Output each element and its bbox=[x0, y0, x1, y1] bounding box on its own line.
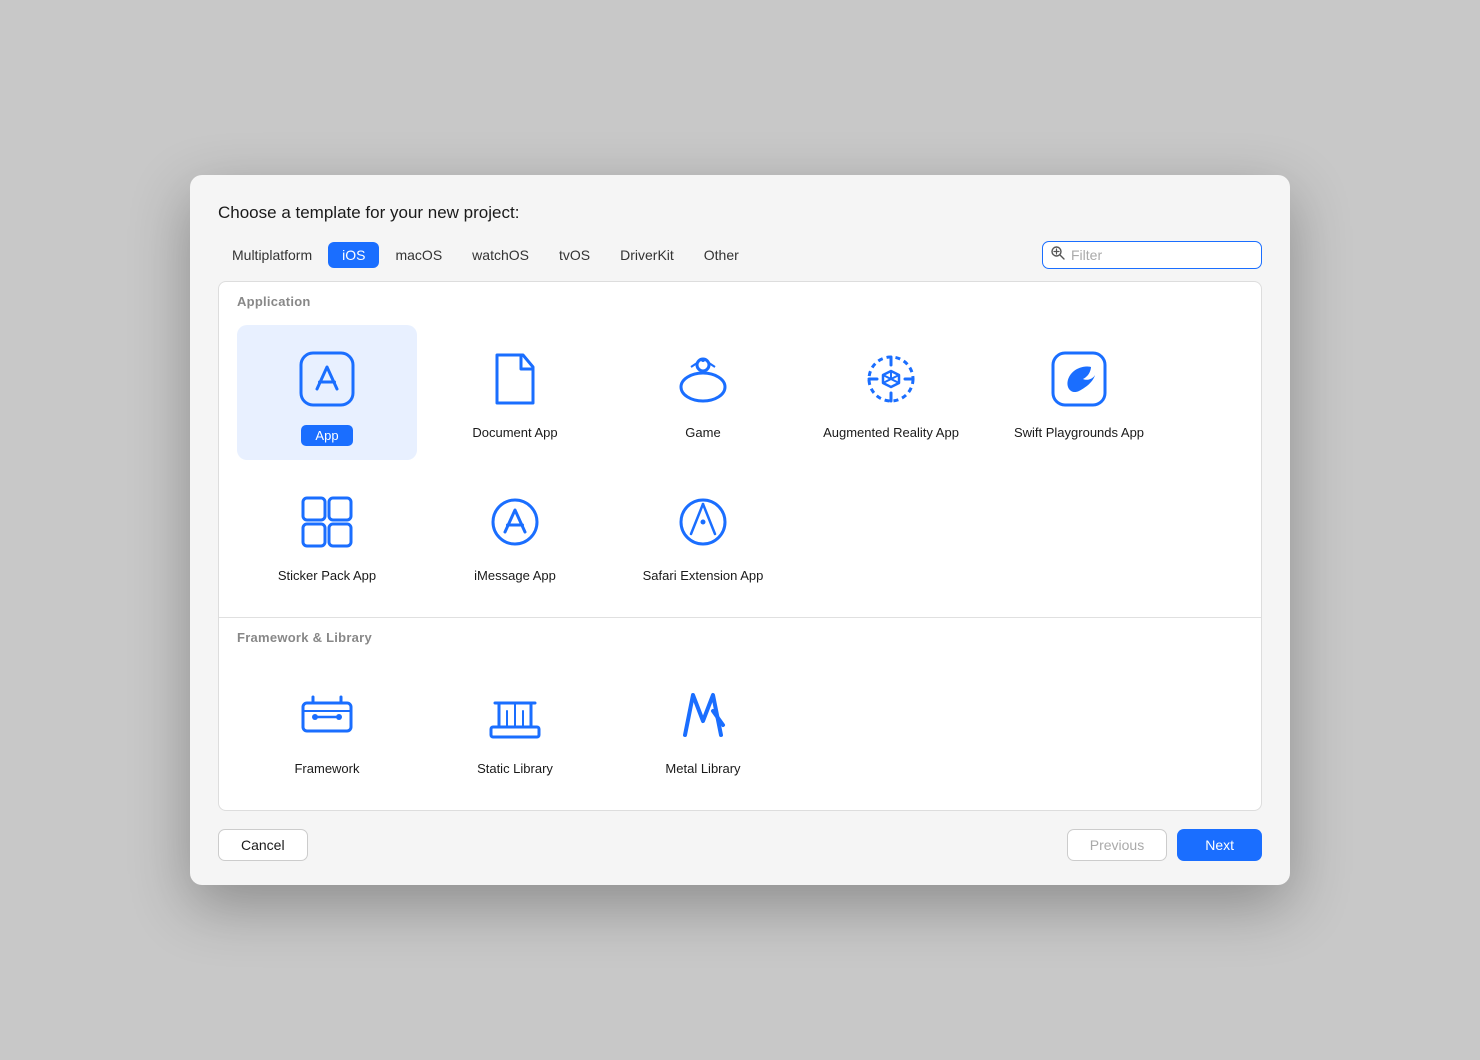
footer: Cancel Previous Next bbox=[218, 829, 1262, 861]
ar-app-label: Augmented Reality App bbox=[823, 425, 959, 442]
imessage-app-label: iMessage App bbox=[474, 568, 556, 585]
template-safari-extension[interactable]: Safari Extension App bbox=[613, 468, 793, 599]
application-template-grid: App Document App bbox=[219, 317, 1261, 617]
tab-macos[interactable]: macOS bbox=[381, 242, 456, 268]
framework-library-section: Framework & Library bbox=[219, 618, 1261, 810]
next-button[interactable]: Next bbox=[1177, 829, 1262, 861]
content-area: Application App bbox=[218, 281, 1262, 811]
game-icon bbox=[667, 343, 739, 415]
framework-label: Framework bbox=[294, 761, 359, 778]
template-document-app[interactable]: Document App bbox=[425, 325, 605, 460]
app-label: App bbox=[301, 425, 352, 446]
tab-other[interactable]: Other bbox=[690, 242, 753, 268]
filter-input[interactable] bbox=[1042, 241, 1262, 269]
document-app-label: Document App bbox=[472, 425, 557, 442]
footer-right: Previous Next bbox=[1067, 829, 1262, 861]
filter-input-wrapper bbox=[1042, 241, 1262, 269]
template-swift-playgrounds[interactable]: Swift Playgrounds App bbox=[989, 325, 1169, 460]
previous-button[interactable]: Previous bbox=[1067, 829, 1167, 861]
framework-icon bbox=[291, 679, 363, 751]
imessage-app-icon bbox=[479, 486, 551, 558]
tab-driverkit[interactable]: DriverKit bbox=[606, 242, 688, 268]
safari-extension-icon bbox=[667, 486, 739, 558]
tab-ios[interactable]: iOS bbox=[328, 242, 379, 268]
sticker-pack-label: Sticker Pack App bbox=[278, 568, 376, 585]
template-chooser-dialog: Choose a template for your new project: … bbox=[190, 175, 1290, 885]
sticker-pack-icon bbox=[291, 486, 363, 558]
template-metal-library[interactable]: Metal Library bbox=[613, 661, 793, 792]
safari-extension-label: Safari Extension App bbox=[643, 568, 764, 585]
framework-library-header: Framework & Library bbox=[219, 618, 1261, 653]
template-app[interactable]: App bbox=[237, 325, 417, 460]
tab-bar: Multiplatform iOS macOS watchOS tvOS Dri… bbox=[218, 242, 753, 268]
tab-watchos[interactable]: watchOS bbox=[458, 242, 543, 268]
static-library-label: Static Library bbox=[477, 761, 553, 778]
framework-library-template-grid: Framework bbox=[219, 653, 1261, 810]
metal-library-icon bbox=[667, 679, 739, 751]
tab-tvos[interactable]: tvOS bbox=[545, 242, 604, 268]
swift-playgrounds-icon bbox=[1043, 343, 1115, 415]
metal-library-label: Metal Library bbox=[665, 761, 740, 778]
template-static-library[interactable]: Static Library bbox=[425, 661, 605, 792]
template-sticker-pack[interactable]: Sticker Pack App bbox=[237, 468, 417, 599]
template-game[interactable]: Game bbox=[613, 325, 793, 460]
template-imessage-app[interactable]: iMessage App bbox=[425, 468, 605, 599]
document-app-icon bbox=[479, 343, 551, 415]
template-framework[interactable]: Framework bbox=[237, 661, 417, 792]
tab-filter-row: Multiplatform iOS macOS watchOS tvOS Dri… bbox=[218, 241, 1262, 269]
dialog-title: Choose a template for your new project: bbox=[218, 203, 1262, 223]
tab-multiplatform[interactable]: Multiplatform bbox=[218, 242, 326, 268]
static-library-icon bbox=[479, 679, 551, 751]
ar-app-icon bbox=[855, 343, 927, 415]
app-icon bbox=[291, 343, 363, 415]
cancel-button[interactable]: Cancel bbox=[218, 829, 308, 861]
game-label: Game bbox=[685, 425, 720, 442]
application-section: Application App bbox=[219, 282, 1261, 617]
application-section-header: Application bbox=[219, 282, 1261, 317]
swift-playgrounds-label: Swift Playgrounds App bbox=[1014, 425, 1144, 442]
template-ar-app[interactable]: Augmented Reality App bbox=[801, 325, 981, 460]
